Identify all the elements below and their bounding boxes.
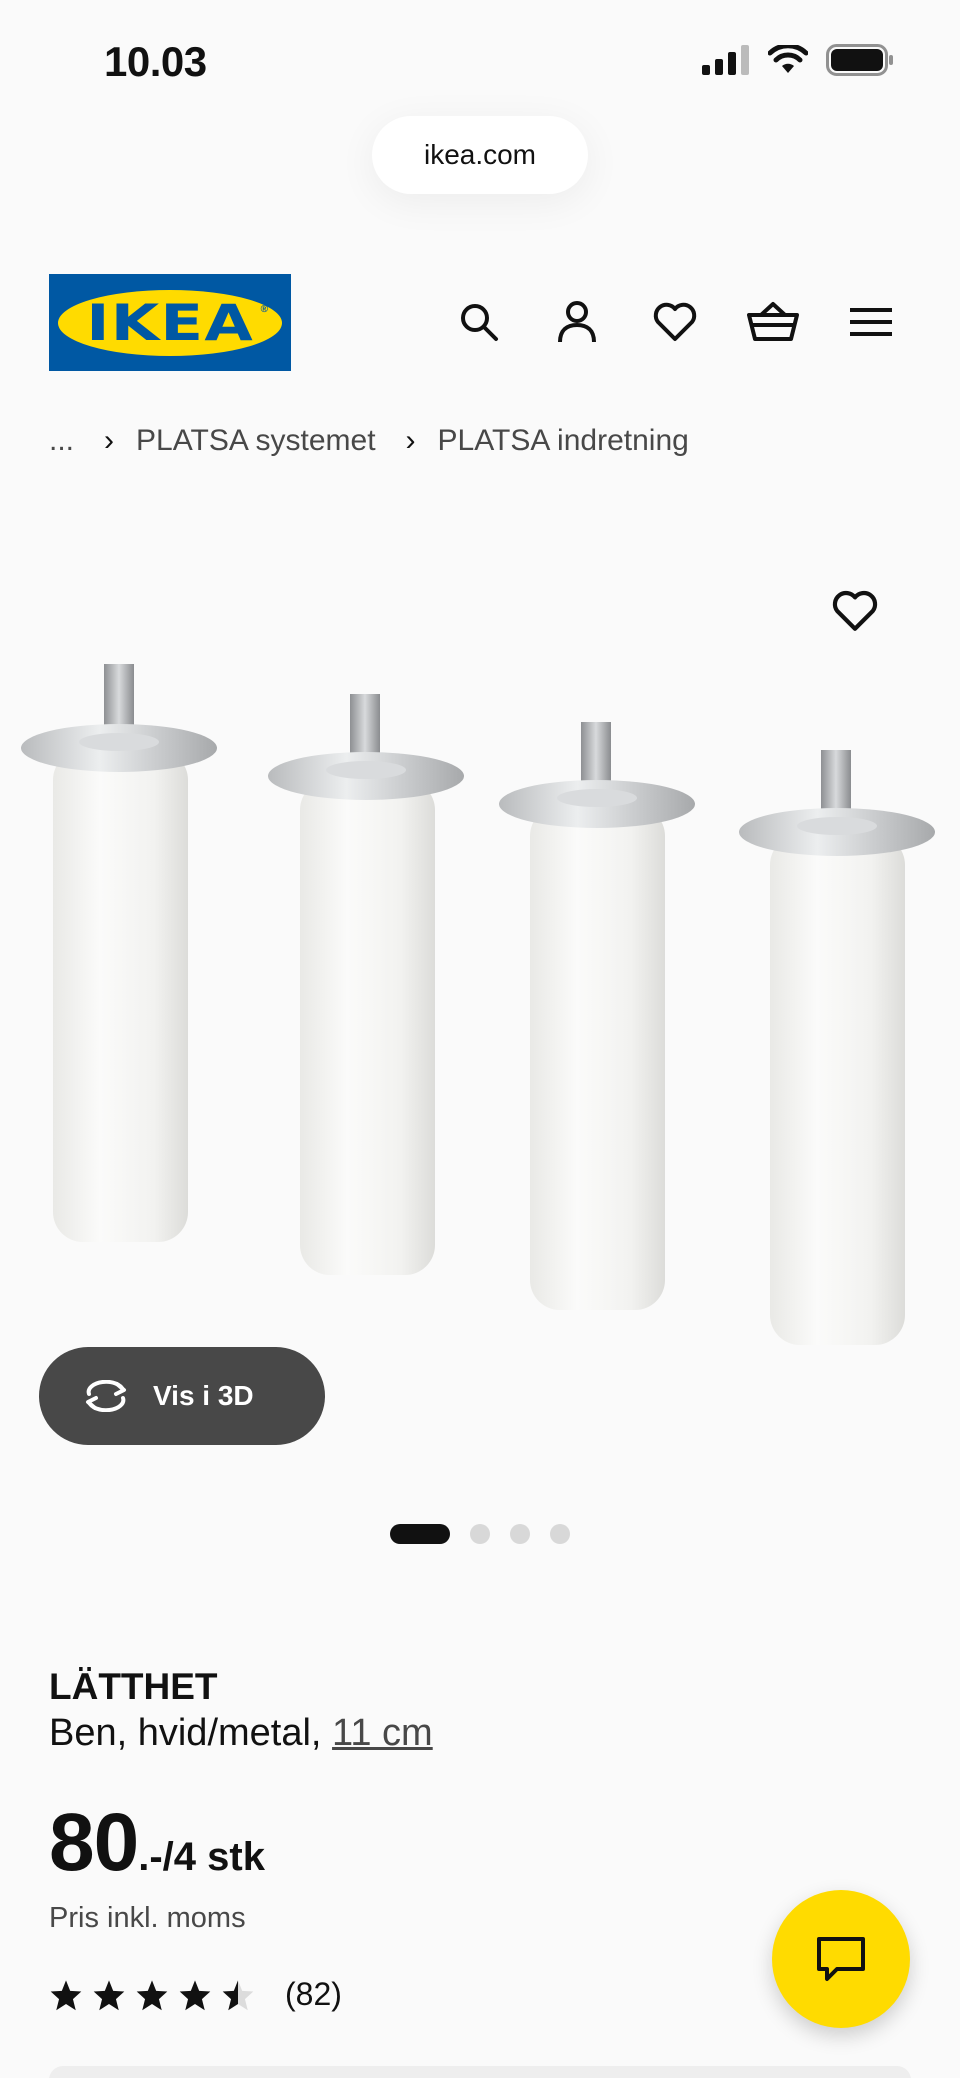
battery-icon xyxy=(826,44,893,76)
product-image[interactable] xyxy=(0,540,960,1370)
price-amount: 80 xyxy=(49,1797,139,1888)
leg-4 xyxy=(739,750,935,1345)
carousel-dot-3[interactable] xyxy=(510,1524,530,1544)
leg-1 xyxy=(21,664,217,1242)
product-size-link[interactable]: 11 cm xyxy=(332,1712,433,1754)
address-bar[interactable]: ikea.com xyxy=(372,116,588,194)
view-in-3d-label: Vis i 3D xyxy=(153,1380,254,1411)
heart-icon xyxy=(653,302,697,341)
breadcrumb: ... › PLATSA systemet › PLATSA indretnin… xyxy=(49,424,689,458)
carousel-dot-1[interactable] xyxy=(390,1524,450,1544)
basket-icon xyxy=(747,302,799,341)
next-section-card xyxy=(49,2066,911,2078)
star-icon xyxy=(136,1979,168,2010)
status-icons xyxy=(702,44,894,76)
star-icon xyxy=(179,1979,211,2010)
product-price: 80 .-/4 stk xyxy=(49,1796,265,1890)
url-text: ikea.com xyxy=(423,139,537,170)
price-note: Pris inkl. moms xyxy=(49,1902,246,1934)
product-rating[interactable]: (82) xyxy=(49,1976,342,2013)
carousel-indicator xyxy=(390,1524,570,1544)
cellular-signal-icon xyxy=(702,45,749,75)
product-description-text: Ben, hvid/metal, xyxy=(49,1712,322,1754)
header-nav xyxy=(430,290,920,354)
heart-icon xyxy=(832,590,878,631)
rotate-3d-icon xyxy=(86,1380,126,1412)
chat-bubble-icon xyxy=(817,1937,865,1981)
basket-button[interactable] xyxy=(724,290,822,354)
leg-3 xyxy=(499,722,695,1310)
star-icon xyxy=(93,1979,125,2010)
breadcrumb-ellipsis[interactable]: ... xyxy=(49,424,74,458)
favourites-button[interactable] xyxy=(626,290,724,354)
logo-oval: IKEA ® xyxy=(58,289,282,356)
status-time: 10.03 xyxy=(104,38,207,85)
profile-button[interactable] xyxy=(528,290,626,354)
product-description: Ben, hvid/metal, 11 cm xyxy=(49,1712,433,1755)
status-bar: 10.03 xyxy=(0,0,960,120)
chat-button[interactable] xyxy=(772,1890,910,2028)
rating-stars xyxy=(49,1979,255,2011)
search-button[interactable] xyxy=(430,290,528,354)
review-count: (82) xyxy=(285,1976,342,2012)
breadcrumb-item-platsa-systemet[interactable]: PLATSA systemet xyxy=(136,424,376,458)
add-to-favourites-button[interactable] xyxy=(832,590,888,646)
chevron-right-icon: › xyxy=(405,424,416,457)
breadcrumb-item-platsa-indretning[interactable]: PLATSA indretning xyxy=(438,424,689,458)
menu-button[interactable] xyxy=(822,290,920,354)
logo-text: IKEA xyxy=(86,293,254,352)
ikea-logo[interactable]: IKEA ® xyxy=(49,274,291,371)
price-unit: .-/4 stk xyxy=(138,1835,265,1879)
hamburger-menu-icon xyxy=(850,308,892,336)
chevron-right-icon: › xyxy=(104,424,115,457)
star-icon xyxy=(50,1979,82,2010)
product-name: LÄTTHET xyxy=(49,1666,218,1707)
carousel-dot-2[interactable] xyxy=(470,1524,490,1544)
leg-2 xyxy=(268,694,464,1275)
half-star-icon xyxy=(222,1979,254,2010)
registered-mark: ® xyxy=(260,303,268,315)
wifi-icon xyxy=(768,45,808,73)
carousel-dot-4[interactable] xyxy=(550,1524,570,1544)
search-icon xyxy=(461,304,498,341)
view-in-3d-button[interactable]: Vis i 3D xyxy=(39,1347,325,1445)
profile-icon xyxy=(558,301,596,343)
